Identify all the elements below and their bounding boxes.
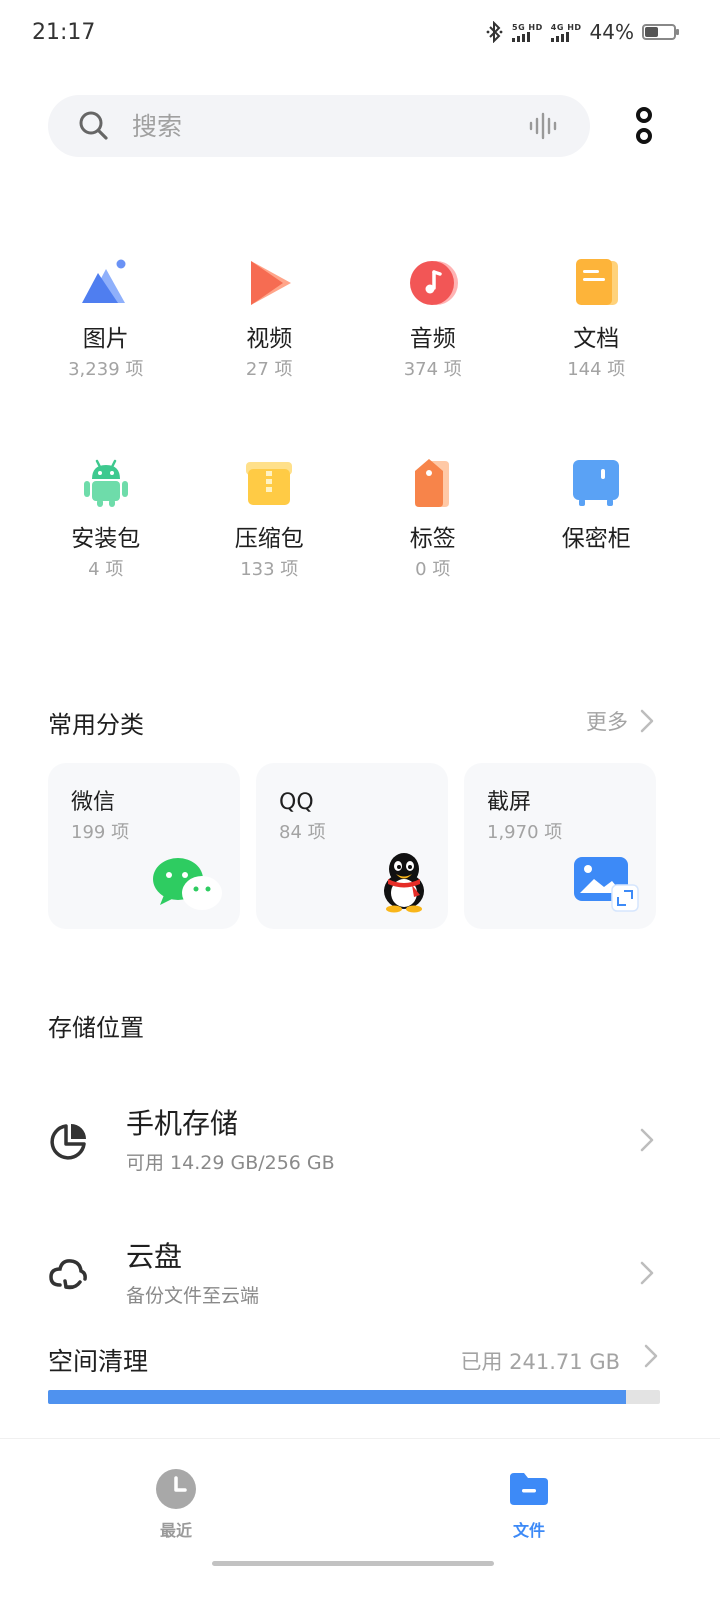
- folder-icon: [510, 1473, 548, 1505]
- search-bar[interactable]: [48, 95, 590, 157]
- category-apk[interactable]: 安装包 4 项: [24, 455, 188, 582]
- status-icons: 5G HD 4G HD 44%: [486, 20, 679, 44]
- storage-usage-bar: [48, 1390, 660, 1404]
- video-icon: [241, 255, 297, 311]
- tab-files[interactable]: 文件: [469, 1469, 589, 1541]
- space-cleanup-title[interactable]: 空间清理: [48, 1342, 148, 1378]
- safe-icon: [568, 455, 624, 511]
- category-archives[interactable]: 压缩包 133 项: [188, 455, 352, 582]
- cloud-sync-icon: [49, 1259, 87, 1290]
- bottom-nav: 最近 文件: [0, 1438, 720, 1600]
- card-qq[interactable]: QQ 84 项: [256, 763, 448, 929]
- common-categories-title: 常用分类: [48, 711, 144, 739]
- chevron-right-icon[interactable]: [644, 1344, 658, 1368]
- tag-icon: [405, 455, 461, 511]
- wechat-icon: [153, 858, 222, 910]
- category-documents[interactable]: 文档 144 项: [515, 255, 679, 382]
- common-categories: 微信 199 项 QQ 84 项 截屏 1,970 项: [48, 763, 656, 929]
- card-wechat[interactable]: 微信 199 项: [48, 763, 240, 929]
- chevron-right-icon: [640, 1261, 654, 1285]
- more-options-icon[interactable]: [626, 104, 662, 148]
- chevron-right-icon: [640, 1128, 654, 1152]
- storage-usage-fill: [48, 1390, 626, 1404]
- android-icon: [78, 455, 134, 511]
- signal-5g: 5G HD: [512, 23, 543, 42]
- status-time: 21:17: [32, 20, 96, 45]
- pie-chart-icon: [50, 1124, 86, 1160]
- search-icon: [79, 111, 108, 140]
- category-safe[interactable]: 保密柜: [515, 455, 679, 582]
- screenshot-icon: [574, 857, 639, 912]
- card-screenshots[interactable]: 截屏 1,970 项: [464, 763, 656, 929]
- signal-4g: 4G HD: [550, 23, 582, 42]
- search-input[interactable]: [132, 111, 528, 141]
- image-icon: [78, 255, 134, 311]
- chevron-right-icon: [640, 709, 654, 733]
- bluetooth-icon: [486, 21, 503, 43]
- category-audio[interactable]: 音频 374 项: [351, 255, 515, 382]
- storage-title: 存储位置: [48, 1014, 144, 1042]
- category-grid: 图片 3,239 项 视频 27 项 音频 374 项 文档 144 项 安装包…: [24, 255, 678, 582]
- voice-icon[interactable]: [528, 110, 560, 142]
- more-button[interactable]: 更多: [586, 706, 654, 736]
- battery-icon: [642, 24, 679, 40]
- cloud-storage-row[interactable]: 云盘 备份文件至云端: [48, 1227, 672, 1317]
- space-used: 已用 241.71 GB: [460, 1350, 620, 1374]
- status-bar: 21:17 5G HD 4G HD 44%: [0, 0, 720, 66]
- category-tags[interactable]: 标签 0 项: [351, 455, 515, 582]
- category-images[interactable]: 图片 3,239 项: [24, 255, 188, 382]
- document-icon: [568, 255, 624, 311]
- home-indicator[interactable]: [212, 1561, 494, 1566]
- archive-icon: [241, 455, 297, 511]
- tab-recent[interactable]: 最近: [116, 1469, 236, 1541]
- audio-icon: [405, 255, 461, 311]
- phone-storage-row[interactable]: 手机存储 可用 14.29 GB/256 GB: [48, 1094, 672, 1184]
- battery-percent: 44%: [589, 20, 634, 44]
- category-videos[interactable]: 视频 27 项: [188, 255, 352, 382]
- clock-icon: [156, 1469, 196, 1509]
- qq-icon: [384, 853, 424, 913]
